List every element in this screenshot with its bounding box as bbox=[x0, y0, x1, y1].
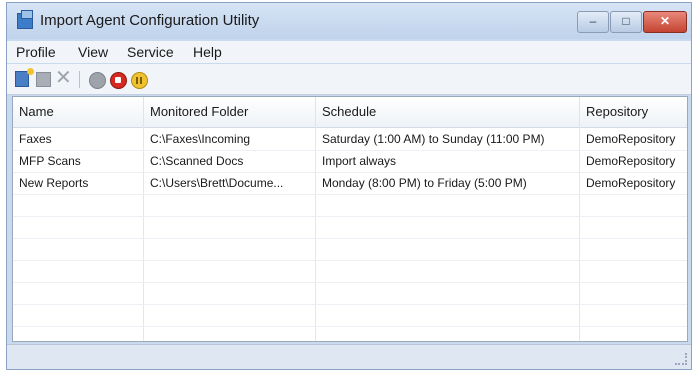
app-window: Import Agent Configuration Utility – □ ✕… bbox=[6, 2, 692, 370]
menu-bar: Profile View Service Help bbox=[7, 41, 691, 63]
cell-schedule: Import always bbox=[322, 154, 397, 168]
cell-monitored-folder: C:\Faxes\Incoming bbox=[150, 132, 251, 146]
empty-row bbox=[13, 239, 687, 261]
cell-monitored-folder: C:\Users\Brett\Docume... bbox=[150, 176, 284, 190]
empty-row bbox=[13, 261, 687, 283]
toolbar-separator bbox=[79, 71, 80, 88]
menu-profile[interactable]: Profile bbox=[16, 44, 56, 60]
cell-schedule: Saturday (1:00 AM) to Sunday (11:00 PM) bbox=[322, 132, 545, 146]
column-header-name[interactable]: Name bbox=[13, 97, 144, 127]
column-header-monitored-folder[interactable]: Monitored Folder bbox=[144, 97, 316, 127]
close-button[interactable]: ✕ bbox=[643, 11, 687, 33]
minimize-button[interactable]: – bbox=[577, 11, 609, 33]
cell-name: New Reports bbox=[19, 176, 89, 190]
window-title: Import Agent Configuration Utility bbox=[40, 12, 260, 29]
save-icon[interactable] bbox=[36, 72, 51, 87]
empty-row bbox=[13, 217, 687, 239]
delete-icon[interactable]: ✕ bbox=[55, 68, 72, 88]
list-header: Name Monitored Folder Schedule Repositor… bbox=[13, 97, 687, 128]
stop-service-icon[interactable] bbox=[110, 72, 127, 89]
empty-row bbox=[13, 195, 687, 217]
toolbar: ✕ bbox=[7, 64, 691, 95]
cell-repository: DemoRepository bbox=[586, 176, 676, 190]
table-row[interactable]: New Reports C:\Users\Brett\Docume... Mon… bbox=[13, 173, 687, 195]
column-header-schedule[interactable]: Schedule bbox=[316, 97, 580, 127]
table-row[interactable]: MFP Scans C:\Scanned Docs Import always … bbox=[13, 151, 687, 173]
cell-monitored-folder: C:\Scanned Docs bbox=[150, 154, 244, 168]
empty-row bbox=[13, 305, 687, 327]
menu-view[interactable]: View bbox=[78, 44, 108, 60]
new-profile-icon[interactable] bbox=[15, 68, 34, 87]
profile-list[interactable]: Name Monitored Folder Schedule Repositor… bbox=[12, 96, 688, 342]
cell-repository: DemoRepository bbox=[586, 132, 676, 146]
maximize-button[interactable]: □ bbox=[610, 11, 642, 33]
cell-schedule: Monday (8:00 PM) to Friday (5:00 PM) bbox=[322, 176, 527, 190]
table-row[interactable]: Faxes C:\Faxes\Incoming Saturday (1:00 A… bbox=[13, 129, 687, 151]
empty-row bbox=[13, 283, 687, 305]
pause-service-icon[interactable] bbox=[131, 72, 148, 89]
close-icon: ✕ bbox=[659, 14, 671, 28]
settings-icon[interactable] bbox=[89, 72, 106, 89]
app-icon bbox=[17, 10, 33, 29]
cell-name: Faxes bbox=[19, 132, 52, 146]
resize-grip-icon[interactable] bbox=[675, 353, 687, 365]
title-bar[interactable]: Import Agent Configuration Utility – □ ✕ bbox=[7, 3, 691, 39]
cell-repository: DemoRepository bbox=[586, 154, 676, 168]
minimize-icon: – bbox=[589, 14, 597, 28]
menu-help[interactable]: Help bbox=[193, 44, 222, 60]
cell-name: MFP Scans bbox=[19, 154, 81, 168]
menu-service[interactable]: Service bbox=[127, 44, 174, 60]
status-bar bbox=[7, 344, 691, 369]
column-header-repository[interactable]: Repository bbox=[580, 97, 687, 127]
maximize-icon: □ bbox=[622, 14, 630, 28]
